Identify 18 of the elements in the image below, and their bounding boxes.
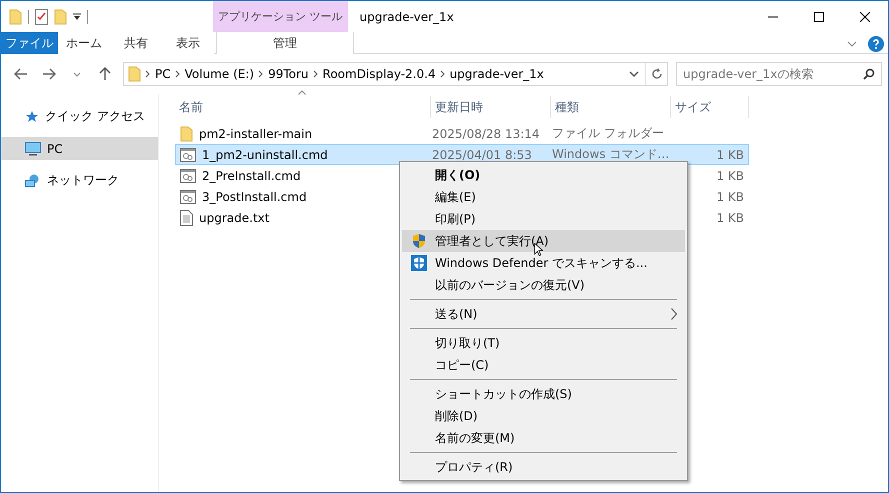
file-name: 2_PreInstall.cmd — [202, 168, 301, 182]
file-name: 1_pm2-uninstall.cmd — [202, 148, 328, 162]
nav-item-label: クイック アクセス — [45, 108, 145, 125]
file-name: upgrade.txt — [199, 210, 270, 224]
file-name: pm2-installer-main — [199, 126, 312, 140]
file-size: 1 KB — [716, 148, 744, 162]
file-size: 1 KB — [716, 210, 744, 224]
tool-group-label: アプリケーション ツール — [213, 1, 348, 32]
file-name: 3_PostInstall.cmd — [202, 190, 307, 204]
file-type: Windows コマンド… — [552, 147, 670, 161]
file-size: 1 KB — [716, 168, 744, 182]
window-title: upgrade-ver_1x — [360, 8, 454, 26]
nav-item-label: PC — [47, 142, 63, 156]
file-size: 1 KB — [716, 190, 744, 204]
modified-date: 2025/08/28 13:14 — [432, 126, 540, 140]
nav-item-label: ネットワーク — [47, 172, 119, 189]
modified-date: 2025/04/01 8:53 — [432, 148, 532, 162]
file-type: ファイル フォルダー — [552, 126, 664, 140]
